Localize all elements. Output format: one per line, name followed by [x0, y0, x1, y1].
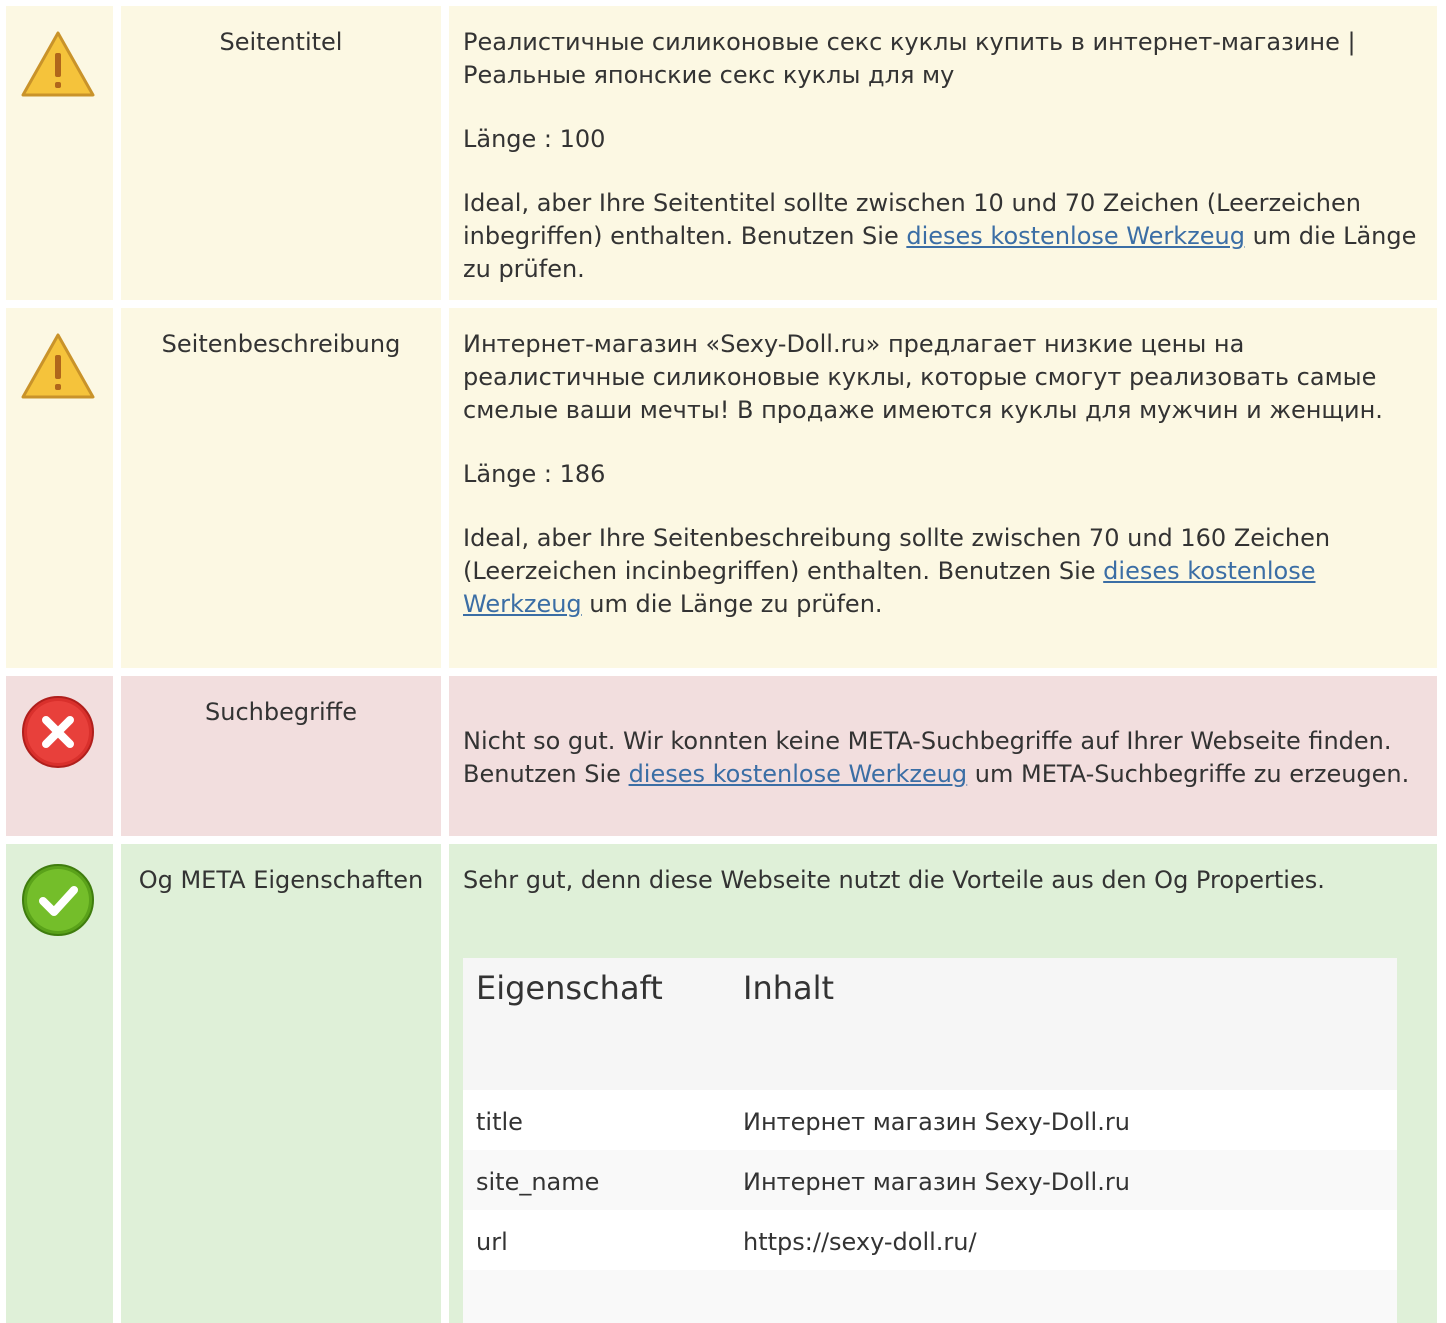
page-title-value: Реалистичные силиконовые секс куклы купи…	[463, 28, 1356, 89]
row-label: Suchbegriffe	[205, 698, 357, 726]
warning-icon	[21, 333, 95, 399]
status-cell-keywords	[6, 676, 113, 836]
row-label-description: Seitenbeschreibung	[121, 308, 441, 668]
table-row: title Интернет магазин Sexy-Doll.ru	[463, 1090, 1397, 1150]
row-label-og: Og META Eigenschaften	[121, 844, 441, 1323]
status-cell-og	[6, 844, 113, 1323]
status-cell-description	[6, 308, 113, 668]
status-cell-title	[6, 6, 113, 300]
row-body-keywords: Nicht so gut. Wir konnten keine META-Suc…	[449, 676, 1437, 836]
warning-icon	[21, 31, 95, 97]
seo-report: Seitentitel Реалистичные силиконовые сек…	[0, 0, 1446, 1323]
advice-text: Ideal, aber Ihre Seitentitel sollte zwis…	[463, 187, 1423, 286]
property-cell: title	[476, 1108, 523, 1136]
row-body-og: Sehr gut, denn diese Webseite nutzt die …	[449, 844, 1437, 1323]
row-label-keywords: Suchbegriffe	[121, 676, 441, 836]
error-icon	[22, 696, 94, 768]
og-properties-table: Eigenschaft Inhalt title Интернет магази…	[463, 958, 1397, 1323]
advice-after: um META-Suchbegriffe zu erzeugen.	[967, 760, 1410, 788]
row-label: Seitenbeschreibung	[161, 330, 401, 358]
column-header-property: Eigenschaft	[476, 969, 663, 1007]
row-label: Og META Eigenschaften	[138, 866, 424, 894]
og-status-text: Sehr gut, denn diese Webseite nutzt die …	[463, 866, 1325, 894]
row-body-title: Реалистичные силиконовые секс куклы купи…	[449, 6, 1437, 300]
column-header-content: Inhalt	[743, 969, 835, 1007]
row-label: Seitentitel	[219, 28, 343, 56]
row-label-title: Seitentitel	[121, 6, 441, 300]
length-value: Länge : 186	[463, 460, 606, 488]
content-cell: Интернет магазин Sexy-Doll.ru	[743, 1168, 1130, 1196]
free-tool-link[interactable]: dieses kostenlose Werkzeug	[906, 222, 1245, 250]
length-value: Länge : 100	[463, 125, 606, 153]
success-icon	[22, 864, 94, 936]
table-row: url https://sexy-doll.ru/	[463, 1210, 1397, 1270]
advice-text: Ideal, aber Ihre Seitenbeschreibung soll…	[463, 522, 1423, 621]
advice-text: Nicht so gut. Wir konnten keine META-Suc…	[463, 725, 1423, 791]
meta-description-value: Интернет-магазин «Sexy-Doll.ru» предлага…	[463, 330, 1383, 424]
table-row: site_name Интернет магазин Sexy-Doll.ru	[463, 1150, 1397, 1210]
content-cell: https://sexy-doll.ru/	[743, 1228, 977, 1256]
row-body-description: Интернет-магазин «Sexy-Doll.ru» предлага…	[449, 308, 1437, 668]
property-cell: url	[476, 1228, 508, 1256]
table-header: Eigenschaft Inhalt	[463, 958, 1397, 1090]
free-tool-link[interactable]: dieses kostenlose Werkzeug	[629, 760, 968, 788]
property-cell: site_name	[476, 1168, 600, 1196]
content-cell: Интернет магазин Sexy-Doll.ru	[743, 1108, 1130, 1136]
advice-after: um die Länge zu prüfen.	[581, 590, 883, 618]
